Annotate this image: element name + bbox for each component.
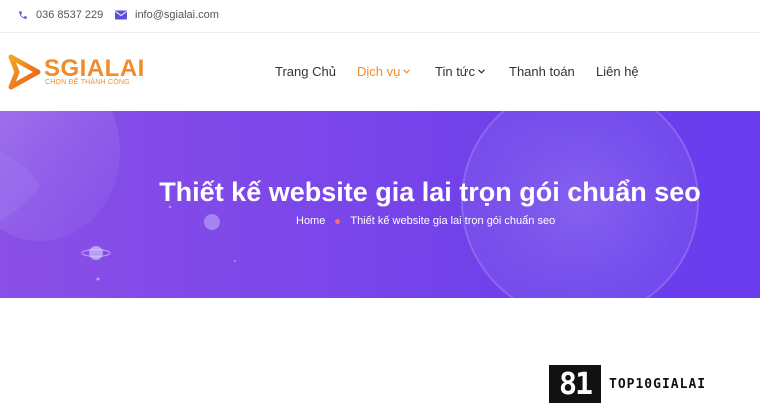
phone-number: 036 8537 229 xyxy=(36,9,104,21)
breadcrumb-home-link[interactable]: Home xyxy=(296,215,325,227)
breadcrumb-current: Thiết kế website gia lai trọn gói chuẩn … xyxy=(350,215,556,227)
breadcrumb-separator-dot xyxy=(335,218,341,224)
nav-item-label: Liên hệ xyxy=(596,64,639,79)
nav-item-label: Tin tức xyxy=(435,64,476,79)
top-bar: 036 8537 229 info@sgialai.com xyxy=(0,0,760,33)
nav-item-label: Dịch vụ xyxy=(357,64,401,79)
watermark-badge: 81 xyxy=(549,365,601,403)
chevron-down-icon xyxy=(478,69,485,74)
site-header: SGIALAI CHỌN ĐỂ THÀNH CÔNG Trang Chủ Dịc… xyxy=(0,33,760,111)
page-banner: Thiết kế website gia lai trọn gói chuẩn … xyxy=(0,111,760,298)
nav-item-label: Trang Chủ xyxy=(275,64,336,79)
nav-item-dich-vu[interactable]: Dịch vụ xyxy=(357,64,411,79)
nav-item-trang-chu[interactable]: Trang Chủ xyxy=(275,64,336,79)
breadcrumb: Home Thiết kế website gia lai trọn gói c… xyxy=(296,215,555,227)
page-title: Thiết kế website gia lai trọn gói chuẩn … xyxy=(159,177,701,207)
watermark: 81 TOP10GIALAI xyxy=(549,365,739,403)
nav-item-thanh-toan[interactable]: Thanh toán xyxy=(509,64,575,79)
main-nav: Trang Chủ Dịch vụ Tin tức Thanh toán Liê… xyxy=(0,64,760,84)
phone-contact[interactable]: 036 8537 229 xyxy=(18,9,103,21)
nav-item-lien-he[interactable]: Liên hệ xyxy=(596,64,639,79)
envelope-icon xyxy=(115,10,127,20)
phone-icon xyxy=(19,11,27,19)
nav-item-tin-tuc[interactable]: Tin tức xyxy=(435,64,485,79)
email-address: info@sgialai.com xyxy=(135,9,219,21)
nav-item-label: Thanh toán xyxy=(509,64,575,79)
watermark-text: TOP10GIALAI xyxy=(609,376,707,392)
email-contact[interactable]: info@sgialai.com xyxy=(115,9,219,21)
chevron-down-icon xyxy=(403,69,411,74)
